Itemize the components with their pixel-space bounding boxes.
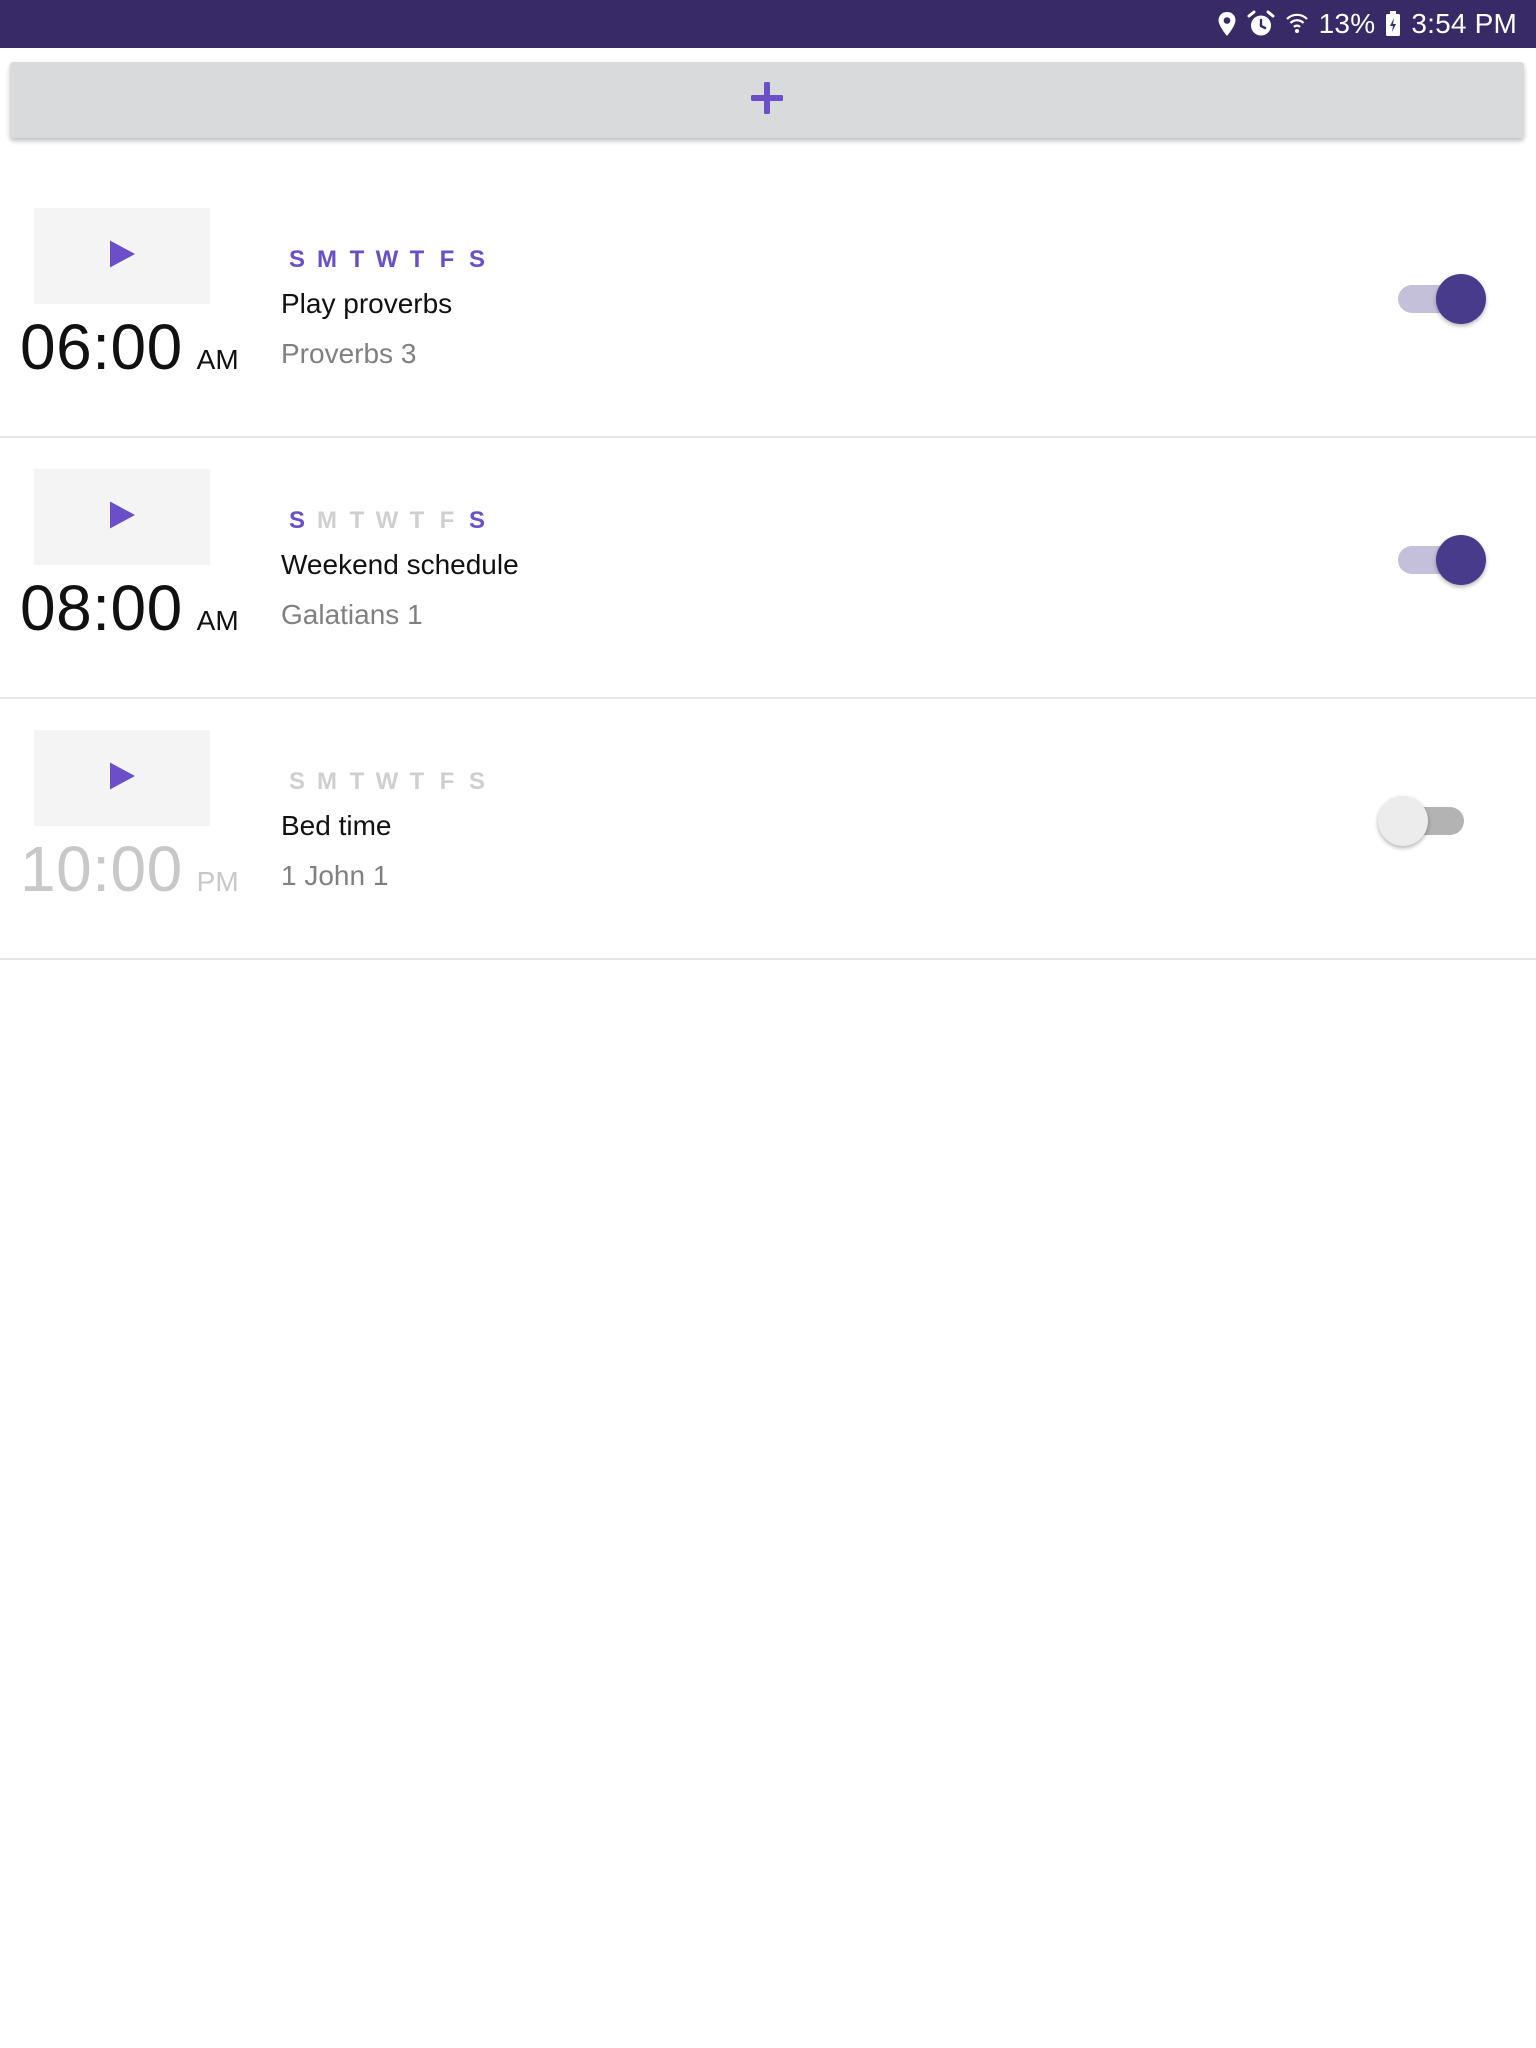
alarm-time[interactable]: 08:00 AM [20, 571, 239, 651]
alarm-time-value: 10:00 [20, 833, 183, 905]
play-preview-button[interactable] [34, 469, 210, 565]
alarm-passage: 1 John 1 [281, 860, 389, 891]
day-indicator: T [409, 507, 425, 534]
day-indicator: S [288, 768, 305, 795]
day-indicator: M [317, 246, 337, 273]
toggle-thumb [1378, 796, 1428, 846]
alarm-enable-toggle[interactable] [1392, 530, 1486, 586]
day-indicator: T [349, 507, 365, 534]
toggle-thumb [1436, 535, 1486, 585]
play-preview-button[interactable] [34, 730, 210, 826]
day-indicator: S [468, 507, 485, 534]
day-indicator: W [375, 246, 399, 273]
alarm-row[interactable]: 08:00 AM SMTWTFS Weekend schedule Galati… [0, 439, 1536, 699]
play-preview-button[interactable] [34, 208, 210, 304]
location-icon [1217, 11, 1237, 37]
day-indicator: M [317, 768, 337, 795]
alarm-ampm: AM [196, 344, 239, 375]
alarm-title: Weekend schedule [281, 549, 519, 580]
alarm-ampm: AM [196, 605, 239, 636]
day-indicator: W [375, 768, 399, 795]
day-indicator: S [468, 246, 485, 273]
day-indicator: T [409, 246, 425, 273]
repeat-days: SMTWTFS [285, 768, 495, 796]
day-indicator: S [288, 507, 305, 534]
alarm-time[interactable]: 06:00 AM [20, 310, 239, 390]
repeat-days: SMTWTFS [285, 507, 495, 535]
play-icon [108, 761, 136, 796]
alarm-enable-toggle[interactable] [1392, 269, 1486, 325]
play-icon [108, 500, 136, 535]
day-indicator: F [439, 246, 455, 273]
alarm-icon [1247, 10, 1275, 38]
repeat-days: SMTWTFS [285, 246, 495, 274]
day-indicator: F [439, 768, 455, 795]
wifi-icon [1285, 11, 1309, 37]
status-icons: 13% 3:54 PM [1217, 0, 1517, 48]
day-indicator: T [349, 246, 365, 273]
clock-time: 3:54 PM [1411, 8, 1517, 39]
alarm-passage: Galatians 1 [281, 599, 423, 630]
day-indicator: W [375, 507, 399, 534]
day-indicator: S [468, 768, 485, 795]
day-indicator: M [317, 507, 337, 534]
day-indicator: S [288, 246, 305, 273]
alarm-title: Play proverbs [281, 288, 453, 319]
battery-percent: 13% [1318, 8, 1376, 39]
battery-icon [1385, 11, 1401, 37]
status-bar: 13% 3:54 PM [0, 0, 1536, 48]
alarm-row[interactable]: 10:00 PM SMTWTFS Bed time 1 John 1 [0, 700, 1536, 960]
toggle-thumb [1436, 274, 1486, 324]
play-icon [108, 239, 136, 274]
alarm-enable-toggle[interactable] [1378, 791, 1468, 847]
alarm-row[interactable]: 06:00 AM SMTWTFS Play proverbs Proverbs … [0, 178, 1536, 438]
day-indicator: F [439, 507, 455, 534]
day-indicator: T [409, 768, 425, 795]
alarm-time-value: 06:00 [20, 311, 183, 383]
alarm-passage: Proverbs 3 [281, 338, 417, 369]
add-alarm-button[interactable] [10, 62, 1524, 138]
alarm-title: Bed time [281, 810, 392, 841]
alarm-time-value: 08:00 [20, 572, 183, 644]
plus-icon [750, 81, 784, 120]
day-indicator: T [349, 768, 365, 795]
alarm-time[interactable]: 10:00 PM [20, 832, 239, 912]
alarm-ampm: PM [196, 866, 239, 897]
